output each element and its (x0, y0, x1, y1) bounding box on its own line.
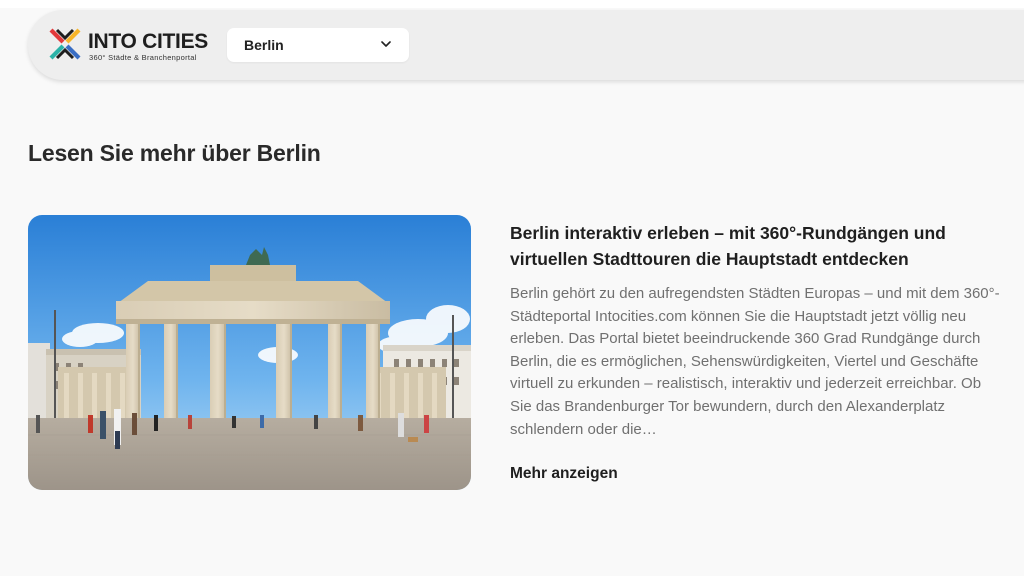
city-select[interactable]: Berlin (227, 28, 409, 62)
article-image[interactable] (28, 215, 471, 490)
more-link[interactable]: Mehr anzeigen (510, 465, 618, 483)
city-select-value: Berlin (244, 37, 284, 53)
logo-mark-icon (49, 28, 81, 60)
chevron-down-icon (381, 41, 391, 47)
top-strip (0, 0, 1024, 8)
logo-name: INTO CITIES (88, 30, 208, 53)
article-body: Berlin gehört zu den aufregendsten Städt… (510, 285, 1000, 438)
brandenburg-gate-illustration (28, 215, 471, 490)
article-title: Berlin interaktiv erleben – mit 360°-Run… (510, 223, 946, 269)
page-title: Lesen Sie mehr über Berlin (28, 140, 321, 166)
logo[interactable]: INTO CITIES 360° Städte & Branchenportal (48, 27, 218, 63)
logo-tagline: 360° Städte & Branchenportal (89, 53, 197, 62)
